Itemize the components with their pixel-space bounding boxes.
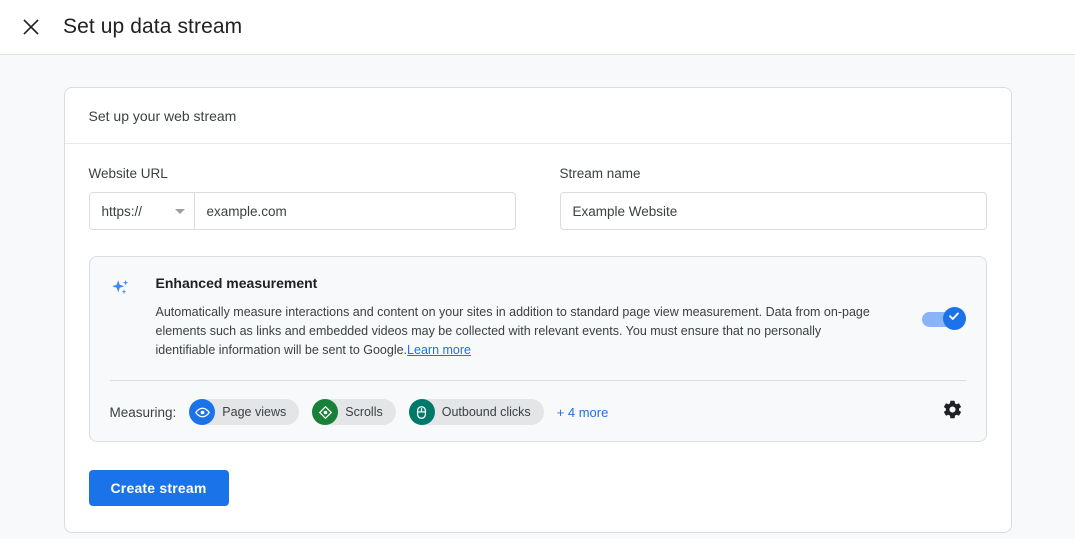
gear-icon [942,399,963,425]
setup-card: Set up your web stream Website URL https… [63,87,1012,533]
page-content: Set up your web stream Website URL https… [0,55,1075,539]
card-header-title: Set up your web stream [88,108,237,124]
scroll-diamond-icon [312,399,339,425]
enhanced-measurement-title: Enhanced measurement [155,275,318,291]
chip-outbound-clicks[interactable]: Outbound clicks [408,399,544,425]
fields-row: Website URL https:// Stream name [88,166,987,230]
website-url-field-group: Website URL https:// [88,166,516,230]
chip-label: Page views [222,405,287,419]
stream-name-input-wrap [559,192,987,230]
chip-scrolls[interactable]: Scrolls [312,399,396,425]
enhanced-measurement-toggle-wrap [906,275,966,330]
chip-page-views[interactable]: Page views [189,399,300,425]
website-url-label: Website URL [88,166,168,181]
toggle-thumb [942,307,966,330]
stream-name-label: Stream name [559,166,641,181]
stream-name-field-group: Stream name [559,166,987,230]
card-body: Website URL https:// Stream name [65,144,1011,532]
eye-icon [189,399,216,425]
create-stream-button[interactable]: Create stream [88,470,229,506]
page-title: Set up data stream [63,15,243,38]
url-scheme-value: https:// [101,203,143,219]
close-button[interactable] [14,10,48,44]
website-url-input-group: https:// [88,192,516,230]
chevron-down-icon [174,208,185,214]
url-scheme-select[interactable]: https:// [89,193,195,229]
description-line-1: Automatically measure interactions and c… [155,305,763,319]
card-header: Set up your web stream [64,88,1011,144]
learn-more-link[interactable]: Learn more [407,343,471,357]
website-url-input[interactable] [194,193,515,229]
enhanced-measurement-panel: Enhanced measurement Automatically measu… [88,256,987,442]
more-chips-link[interactable]: + 4 more [557,405,609,420]
close-icon [21,17,41,37]
top-bar: Set up data stream [0,0,1075,55]
sparkle-icon [110,275,136,306]
enhanced-measurement-top: Enhanced measurement Automatically measu… [110,275,966,360]
mouse-icon [408,399,435,425]
measuring-label: Measuring: [109,404,177,420]
check-icon [947,309,961,328]
stream-name-input[interactable] [560,193,986,229]
enhanced-measurement-description: Automatically measure interactions and c… [156,303,881,360]
enhanced-measurement-settings-button[interactable] [940,399,966,425]
enhanced-measurement-toggle[interactable] [921,307,966,330]
chip-label: Scrolls [345,405,383,419]
enhanced-measurement-main: Enhanced measurement Automatically measu… [136,275,906,360]
chip-label: Outbound clicks [441,405,531,419]
measuring-row: Measuring: Page views Scrolls Outbound c… [110,381,966,425]
